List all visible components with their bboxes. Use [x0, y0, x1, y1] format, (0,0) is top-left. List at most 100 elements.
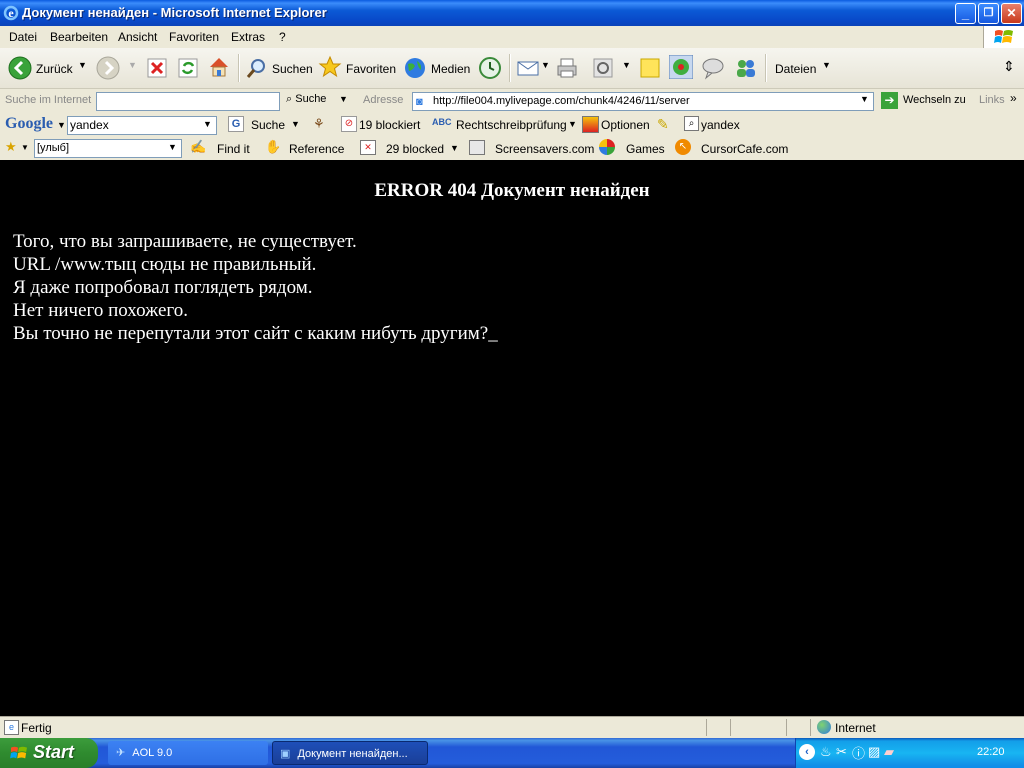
media-globe-icon[interactable] — [403, 56, 427, 80]
status-divider — [730, 719, 731, 736]
print-icon[interactable] — [555, 56, 579, 80]
task-aol[interactable]: ✈ AOL 9.0 — [108, 741, 268, 765]
pagerank-icon[interactable]: ⚘ — [313, 116, 325, 132]
ie-logo-icon: e — [3, 5, 19, 21]
address-dropdown-icon[interactable]: ▼ — [860, 94, 869, 104]
google-history-dropdown-icon[interactable]: ▼ — [203, 119, 212, 129]
toolbar-chevron-icon[interactable]: ⇕ — [1003, 58, 1015, 75]
find-it-link[interactable]: Find it — [217, 142, 250, 156]
error-heading: ERROR 404 Документ ненайден — [374, 180, 650, 201]
windows-logo — [983, 26, 1024, 48]
note-icon[interactable] — [638, 56, 662, 80]
mail-icon[interactable] — [516, 56, 540, 80]
blocked-dropdown-icon[interactable]: ▼ — [450, 143, 459, 153]
stop-icon[interactable] — [145, 56, 169, 80]
mail-dropdown-icon[interactable]: ▼ — [541, 60, 550, 70]
screensavers-link[interactable]: Screensavers.com — [495, 142, 594, 156]
tray-expand-icon[interactable]: ‹ — [799, 744, 815, 760]
menu-favoriten[interactable]: Favoriten — [169, 30, 219, 44]
search-internet-button[interactable]: ⌕ Suche — [286, 93, 326, 106]
edit-dropdown-icon[interactable]: ▼ — [622, 60, 631, 70]
edit-icon[interactable] — [591, 56, 615, 80]
go-arrow-icon[interactable]: ➔ — [881, 92, 898, 109]
spellcheck-button[interactable]: Rechtschreibprüfung — [456, 118, 567, 132]
refresh-icon[interactable] — [176, 56, 200, 80]
search-internet-label: Suche im Internet — [5, 94, 92, 106]
google-logo[interactable]: Google — [5, 115, 53, 133]
tray-security-icon[interactable]: ▰ — [884, 744, 894, 760]
games-link[interactable]: Games — [626, 142, 665, 156]
close-button[interactable]: ✕ — [1001, 3, 1022, 24]
search-internet-dropdown-icon[interactable]: ▼ — [339, 94, 348, 104]
buddies-icon[interactable] — [734, 56, 758, 80]
tray-picture-icon[interactable]: ▨ — [868, 744, 880, 760]
blocked-popups-icon: ✕ — [360, 140, 376, 155]
emoticon-combo-dropdown-icon[interactable]: ▼ — [168, 142, 177, 152]
menu-datei[interactable]: Datei — [9, 30, 37, 44]
files-button[interactable]: Dateien — [775, 62, 816, 76]
cursorcafe-link[interactable]: CursorCafe.com — [701, 142, 788, 156]
messenger-bubble-icon[interactable] — [701, 56, 725, 80]
menu-bearbeiten[interactable]: Bearbeiten — [50, 30, 108, 44]
favorites-small-dropdown-icon[interactable]: ▼ — [21, 143, 29, 152]
favorites-star-icon[interactable] — [318, 55, 342, 79]
menu-help[interactable]: ? — [279, 30, 286, 44]
media-button[interactable]: Medien — [431, 62, 470, 76]
search-term-icon: ⌕ — [684, 116, 699, 131]
start-windows-flag-icon — [10, 746, 27, 759]
search-icon[interactable] — [245, 56, 269, 80]
toolbar-separator — [765, 54, 767, 82]
toolbar-separator — [509, 54, 511, 82]
google-search-dropdown-icon[interactable]: ▼ — [291, 119, 300, 129]
start-button[interactable]: Start — [0, 738, 98, 768]
address-url: http://file004.mylivepage.com/chunk4/424… — [433, 95, 690, 107]
find-icon: ✍ — [190, 139, 207, 154]
menu-extras[interactable]: Extras — [231, 30, 265, 44]
forward-dropdown-icon[interactable]: ▼ — [128, 60, 137, 70]
search-term-button[interactable]: yandex — [701, 118, 740, 132]
minimize-button[interactable]: _ — [955, 3, 976, 24]
address-label: Adresse — [363, 94, 404, 106]
google-search-button[interactable]: Suche — [251, 118, 285, 132]
favorites-button[interactable]: Favoriten — [346, 62, 396, 76]
links-button[interactable]: Links — [979, 94, 1005, 106]
error-line-1: Того, что вы запрашиваете, не существует… — [13, 231, 357, 252]
favorites-small-star-icon[interactable]: ★ — [5, 139, 17, 155]
search-internet-input[interactable] — [96, 92, 280, 111]
back-arrow-icon[interactable] — [8, 56, 32, 80]
tray-network-icon[interactable]: ♨ — [820, 744, 832, 760]
title-bar[interactable]: e Документ ненайден - Microsoft Internet… — [0, 0, 1024, 26]
history-icon[interactable] — [478, 56, 502, 80]
google-search-input[interactable]: yandex — [67, 116, 217, 135]
menu-bar: Datei Bearbeiten Ansicht Favoriten Extra… — [0, 26, 1024, 49]
go-button[interactable]: Wechseln zu — [903, 94, 966, 106]
spellcheck-dropdown-icon[interactable]: ▼ — [568, 119, 577, 129]
reference-link[interactable]: Reference — [289, 142, 344, 156]
blocked-popups-count[interactable]: 29 blocked — [386, 142, 444, 156]
forward-arrow-icon[interactable] — [96, 56, 120, 80]
clock[interactable]: 22:20 — [977, 746, 1005, 758]
search-button[interactable]: Suchen — [272, 62, 313, 76]
highlighter-icon[interactable]: ✎ — [657, 116, 669, 133]
tray-tools-icon[interactable]: ✂ — [836, 744, 847, 760]
address-input[interactable]: ◙ http://file004.mylivepage.com/chunk4/4… — [412, 92, 874, 111]
popup-blocked-count[interactable]: 19 blockiert — [359, 118, 420, 132]
page-icon: ◙ — [416, 96, 423, 108]
error-line-2: URL /www.тыц сюды не правильный. — [13, 254, 317, 275]
error-line-5: Вы точно не перепутали этот сайт с каким… — [13, 323, 498, 344]
files-dropdown-icon[interactable]: ▼ — [822, 60, 831, 70]
back-button[interactable]: Zurück — [36, 62, 73, 76]
status-divider — [786, 719, 787, 736]
status-text: Fertig — [21, 721, 52, 735]
options-button[interactable]: Optionen — [601, 118, 650, 132]
menu-ansicht[interactable]: Ansicht — [118, 30, 157, 44]
back-dropdown-icon[interactable]: ▼ — [78, 60, 87, 70]
home-icon[interactable] — [207, 55, 231, 79]
task-ie-window[interactable]: ▣ Документ ненайден... — [272, 741, 428, 765]
tray-info-icon[interactable]: ⓘ — [852, 743, 865, 762]
icq-flower-icon[interactable] — [669, 55, 693, 79]
maximize-button[interactable]: ❐ — [978, 3, 999, 24]
google-menu-dropdown-icon[interactable]: ▼ — [57, 120, 66, 130]
emoticon-combo[interactable]: [улыб] — [34, 139, 182, 158]
links-chevron-icon[interactable]: » — [1010, 91, 1017, 105]
